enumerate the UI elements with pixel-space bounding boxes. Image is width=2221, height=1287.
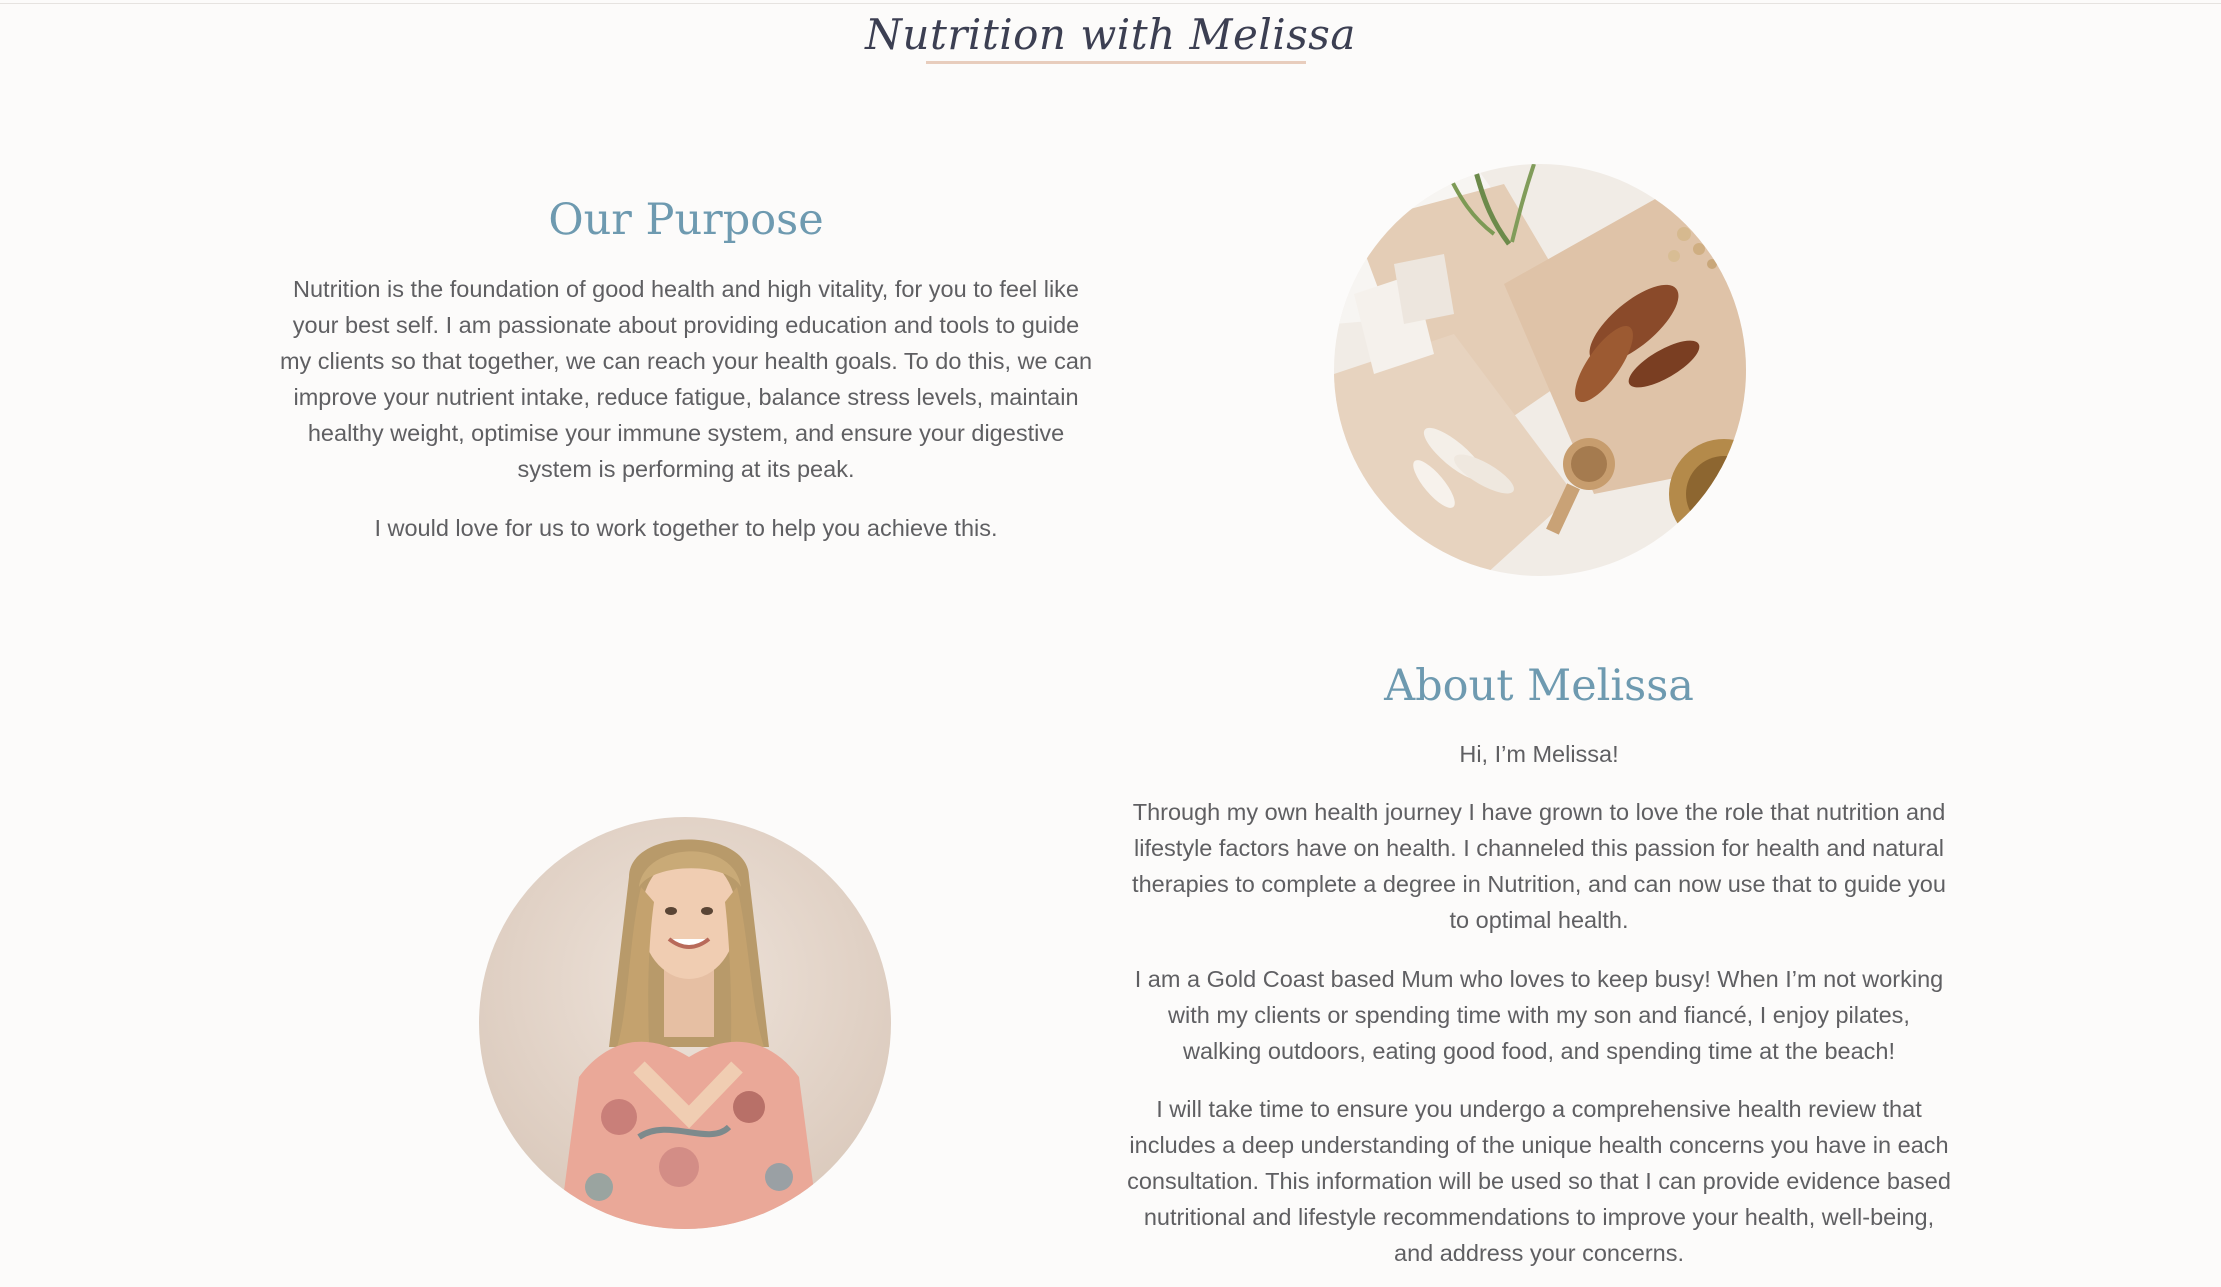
about-paragraph-1: Through my own health journey I have gro… <box>1132 799 1946 933</box>
purpose-heading: Our Purpose <box>548 195 824 245</box>
purpose-paragraph-1: Nutrition is the foundation of good heal… <box>279 276 1093 482</box>
about-paragraph-3: I will take time to ensure you undergo a… <box>1127 1096 1951 1266</box>
about-greeting: Hi, I’m Melissa! <box>1459 741 1619 767</box>
about-paragraph-2: I am a Gold Coast based Mum who loves to… <box>1134 966 1944 1064</box>
herbs-on-paper-photo <box>1334 164 1746 576</box>
title-underline <box>926 61 1306 64</box>
melissa-portrait-photo <box>479 817 891 1229</box>
about-heading: About Melissa <box>1384 661 1694 711</box>
purpose-paragraph-2: I would love for us to work together to … <box>374 515 998 541</box>
site-title[interactable]: Nutrition with Melissa <box>0 4 2221 66</box>
